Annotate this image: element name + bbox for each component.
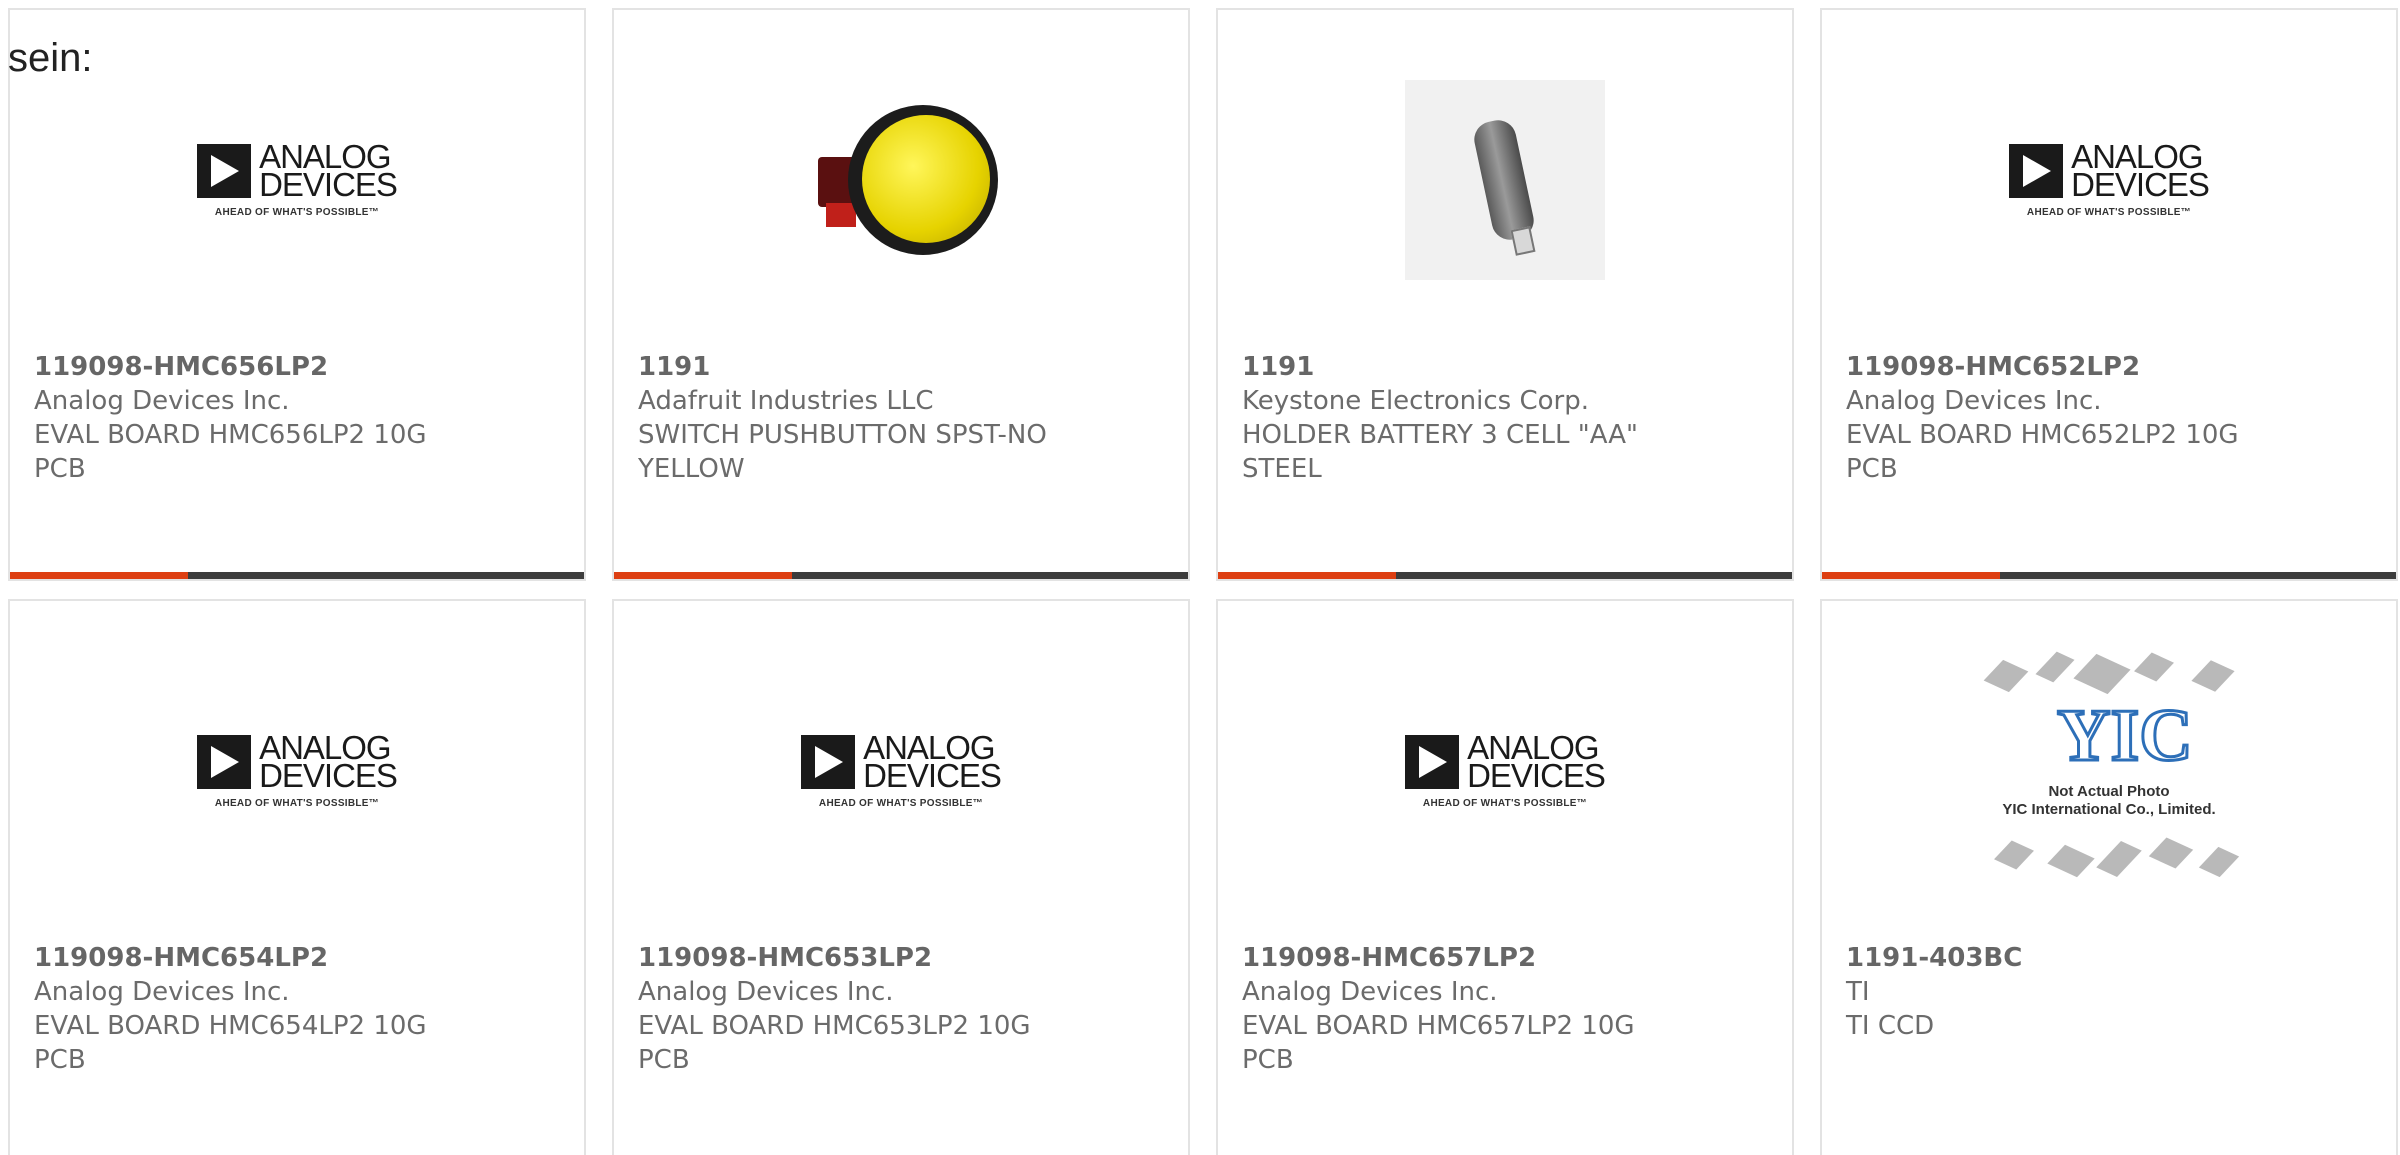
progress-bar [10, 572, 584, 579]
product-image: ANALOG DEVICES AHEAD OF WHAT'S POSSIBLE™ [1822, 70, 2396, 290]
analog-devices-logo: ANALOG DEVICES AHEAD OF WHAT'S POSSIBLE™ [197, 731, 398, 809]
product-image [614, 70, 1188, 290]
description: PCB [34, 454, 86, 484]
description: YELLOW [638, 454, 745, 484]
product-card[interactable]: YIC Not Actual Photo YIC International C… [1820, 599, 2398, 1155]
yellow-pushbutton-photo [796, 85, 1006, 275]
product-image: ANALOG DEVICES AHEAD OF WHAT'S POSSIBLE™ [614, 661, 1188, 881]
play-triangle-icon [2009, 143, 2064, 198]
manufacturer: Analog Devices Inc. [1242, 977, 1498, 1007]
progress-bar [1218, 572, 1792, 579]
manufacturer: Analog Devices Inc. [34, 977, 290, 1007]
progress-fill [614, 572, 792, 579]
part-number-link[interactable]: 119098-HMC654LP2 [34, 941, 564, 975]
play-triangle-icon [801, 734, 856, 789]
product-card[interactable]: ANALOG DEVICES AHEAD OF WHAT'S POSSIBLE™… [8, 8, 586, 581]
part-number-link[interactable]: 119098-HMC652LP2 [1846, 350, 2376, 384]
part-number-link[interactable]: 119098-HMC653LP2 [638, 941, 1168, 975]
description: STEEL [1242, 454, 1322, 484]
description: EVAL BOARD HMC653LP2 10G [638, 1011, 1031, 1041]
progress-bar [614, 572, 1188, 579]
product-card[interactable]: ANALOG DEVICES AHEAD OF WHAT'S POSSIBLE™… [612, 599, 1190, 1155]
part-number-link[interactable]: 1191-403BC [1846, 941, 2376, 975]
description: PCB [638, 1045, 690, 1075]
product-image: YIC Not Actual Photo YIC International C… [1822, 651, 2396, 881]
progress-fill [10, 572, 188, 579]
product-image: ANALOG DEVICES AHEAD OF WHAT'S POSSIBLE™ [1218, 661, 1792, 881]
product-grid: ANALOG DEVICES AHEAD OF WHAT'S POSSIBLE™… [8, 8, 2400, 1155]
description: EVAL BOARD HMC656LP2 10G [34, 420, 427, 450]
play-triangle-icon [197, 734, 252, 789]
product-card[interactable]: ANALOG DEVICES AHEAD OF WHAT'S POSSIBLE™… [1820, 8, 2398, 581]
manufacturer: Analog Devices Inc. [638, 977, 894, 1007]
progress-fill [1822, 572, 2000, 579]
manufacturer: Adafruit Industries LLC [638, 386, 934, 416]
intro-text: sein: [8, 36, 93, 80]
progress-fill [1218, 572, 1396, 579]
manufacturer: Analog Devices Inc. [34, 386, 290, 416]
play-triangle-icon [1405, 734, 1460, 789]
part-number-link[interactable]: 1191 [638, 350, 1168, 384]
manufacturer: TI [1846, 977, 1870, 1007]
not-actual-photo-placeholder: YIC Not Actual Photo YIC International C… [1969, 651, 2249, 891]
part-number-link[interactable]: 119098-HMC657LP2 [1242, 941, 1772, 975]
product-card[interactable]: ANALOG DEVICES AHEAD OF WHAT'S POSSIBLE™… [8, 599, 586, 1155]
description: EVAL BOARD HMC652LP2 10G [1846, 420, 2239, 450]
product-card[interactable]: 1191 Keystone Electronics Corp. HOLDER B… [1216, 8, 1794, 581]
product-image: ANALOG DEVICES AHEAD OF WHAT'S POSSIBLE™ [10, 661, 584, 881]
analog-devices-logo: ANALOG DEVICES AHEAD OF WHAT'S POSSIBLE™ [197, 140, 398, 218]
progress-bar [1822, 572, 2396, 579]
description: PCB [1242, 1045, 1294, 1075]
analog-devices-logo: ANALOG DEVICES AHEAD OF WHAT'S POSSIBLE™ [1405, 731, 1606, 809]
product-grid-page: sein: ANALOG DEVICES AHEAD OF WHAT'S POS… [0, 0, 2400, 1155]
battery-holder-photo [1405, 80, 1605, 280]
manufacturer: Analog Devices Inc. [1846, 386, 2102, 416]
product-card[interactable]: 1191 Adafruit Industries LLC SWITCH PUSH… [612, 8, 1190, 581]
manufacturer: Keystone Electronics Corp. [1242, 386, 1590, 416]
description: HOLDER BATTERY 3 CELL "AA" [1242, 420, 1639, 450]
description: EVAL BOARD HMC657LP2 10G [1242, 1011, 1635, 1041]
description: SWITCH PUSHBUTTON SPST-NO [638, 420, 1047, 450]
description: PCB [34, 1045, 86, 1075]
description: PCB [1846, 454, 1898, 484]
yic-logo: YIC [2056, 695, 2195, 777]
play-triangle-icon [197, 143, 252, 198]
part-number-link[interactable]: 119098-HMC656LP2 [34, 350, 564, 384]
part-number-link[interactable]: 1191 [1242, 350, 1772, 384]
analog-devices-logo: ANALOG DEVICES AHEAD OF WHAT'S POSSIBLE™ [2009, 140, 2210, 218]
description: EVAL BOARD HMC654LP2 10G [34, 1011, 427, 1041]
product-image: ANALOG DEVICES AHEAD OF WHAT'S POSSIBLE™ [10, 70, 584, 290]
description: TI CCD [1846, 1011, 1935, 1041]
product-image [1218, 70, 1792, 290]
product-card[interactable]: ANALOG DEVICES AHEAD OF WHAT'S POSSIBLE™… [1216, 599, 1794, 1155]
analog-devices-logo: ANALOG DEVICES AHEAD OF WHAT'S POSSIBLE™ [801, 731, 1002, 809]
